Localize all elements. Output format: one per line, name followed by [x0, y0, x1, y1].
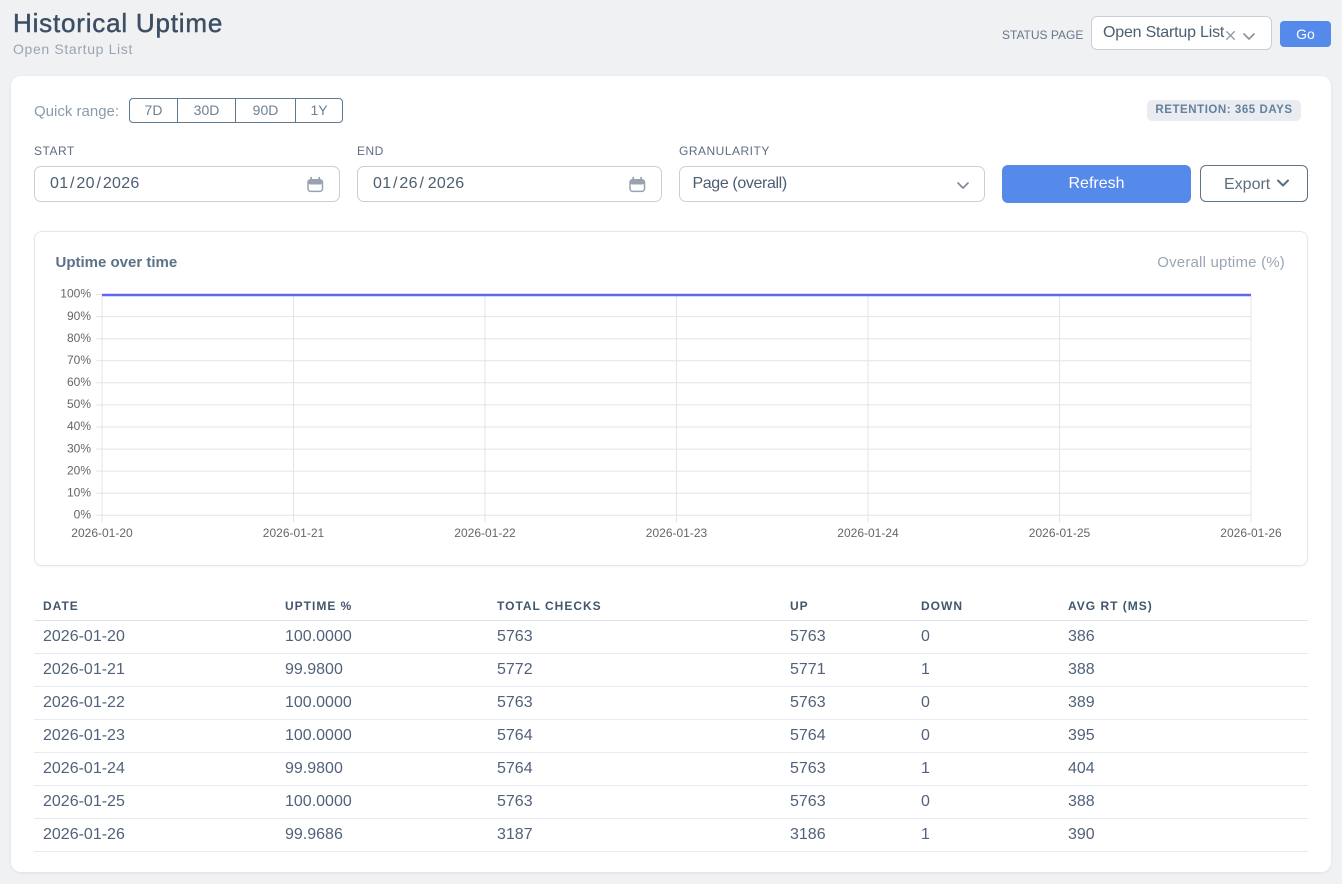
svg-text:2026-01-24: 2026-01-24 [837, 526, 899, 540]
svg-text:50%: 50% [67, 397, 91, 411]
svg-text:2026-01-23: 2026-01-23 [646, 526, 708, 540]
svg-text:2026-01-21: 2026-01-21 [263, 526, 325, 540]
svg-text:100%: 100% [60, 287, 91, 301]
svg-text:2026-01-22: 2026-01-22 [454, 526, 516, 540]
svg-text:40%: 40% [67, 419, 91, 433]
svg-text:0%: 0% [74, 508, 92, 522]
svg-text:2026-01-20: 2026-01-20 [71, 526, 133, 540]
svg-text:90%: 90% [67, 309, 91, 323]
svg-text:2026-01-26: 2026-01-26 [1220, 526, 1282, 540]
svg-text:60%: 60% [67, 375, 91, 389]
svg-text:10%: 10% [67, 485, 91, 499]
svg-text:70%: 70% [67, 353, 91, 367]
svg-text:20%: 20% [67, 463, 91, 477]
svg-text:30%: 30% [67, 441, 91, 455]
svg-text:80%: 80% [67, 331, 91, 345]
svg-text:2026-01-25: 2026-01-25 [1029, 526, 1091, 540]
